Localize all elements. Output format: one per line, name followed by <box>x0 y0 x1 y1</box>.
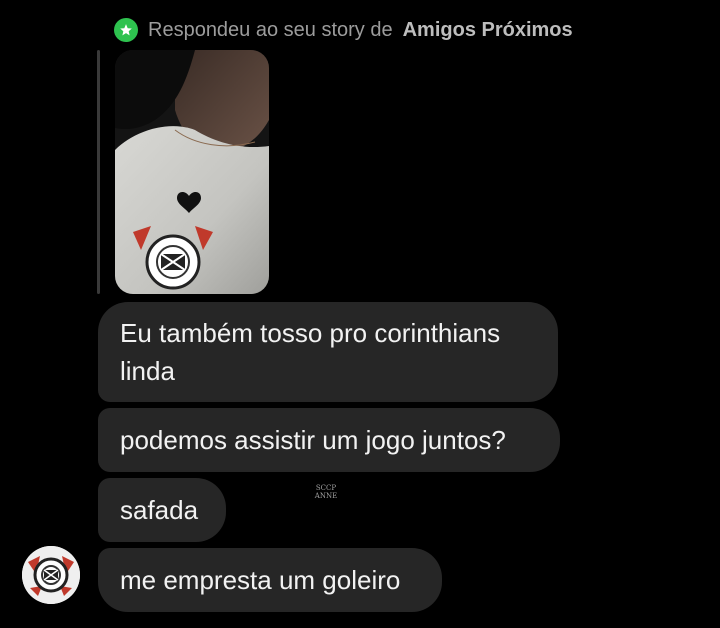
message-bubble[interactable]: Eu também tosso pro corinthians linda <box>98 302 558 402</box>
corinthians-crest-avatar <box>22 546 80 604</box>
message-bubble[interactable]: podemos assistir um jogo juntos? <box>98 408 560 472</box>
star-icon <box>114 18 138 42</box>
message-text: me empresta um goleiro <box>120 565 401 595</box>
message-text: safada <box>120 495 199 525</box>
story-thumbnail[interactable] <box>115 50 269 294</box>
watermark-line: ANNE <box>314 492 338 500</box>
message-bubble[interactable]: safada <box>98 478 226 542</box>
message-bubble[interactable]: me empresta um goleiro <box>98 548 442 612</box>
message-text: Eu também tosso pro corinthians linda <box>120 318 501 386</box>
story-reply-header: Respondeu ao seu story de Amigos Próximo… <box>114 16 573 44</box>
message-text: podemos assistir um jogo juntos? <box>120 425 506 455</box>
watermark-line: SCCP <box>315 484 337 492</box>
sender-avatar[interactable] <box>22 546 80 604</box>
watermark-logo: SCCP ANNE <box>302 484 350 512</box>
close-friends-label[interactable]: Amigos Próximos <box>403 19 573 42</box>
story-reply-prefix: Respondeu ao seu story de <box>148 18 393 41</box>
reply-quote-bar <box>97 50 100 294</box>
